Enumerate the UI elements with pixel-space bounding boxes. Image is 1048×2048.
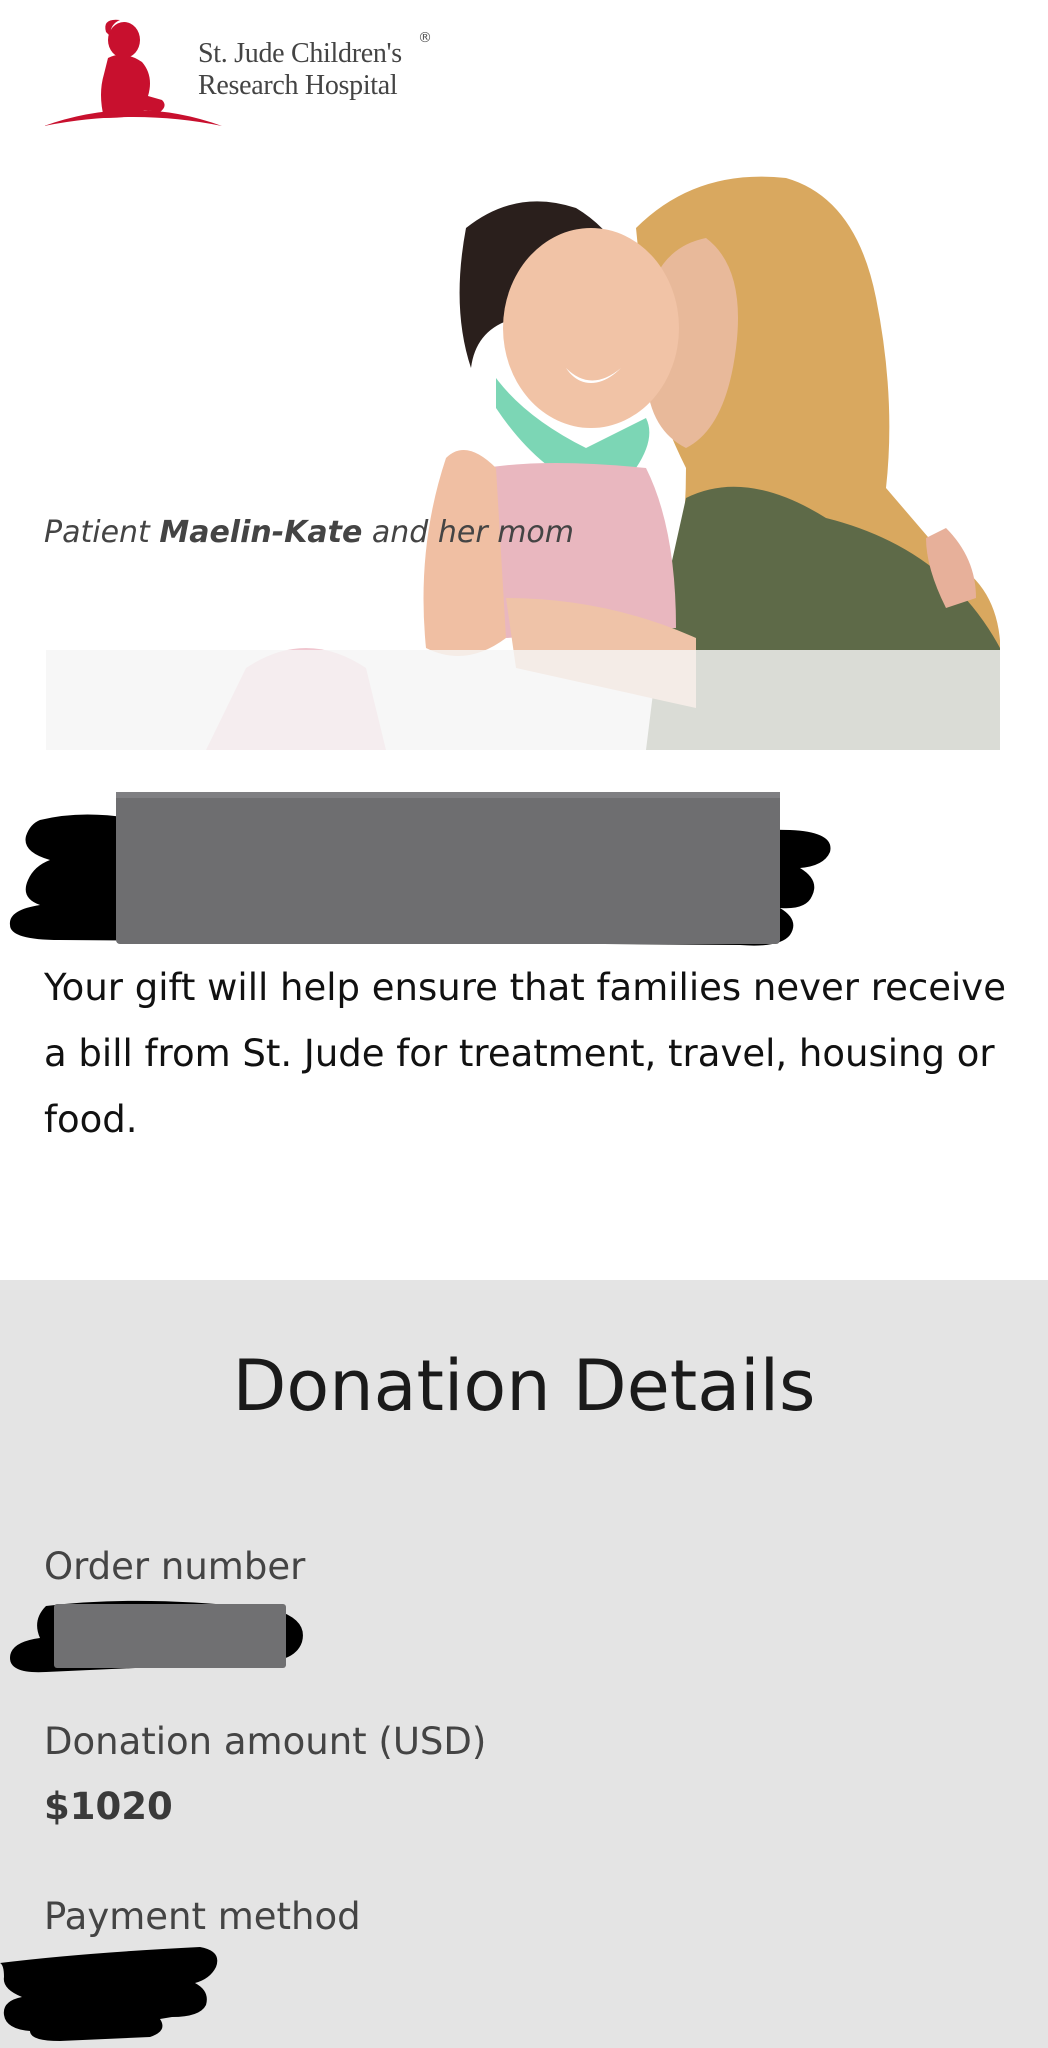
redacted-order-number xyxy=(10,1600,303,1673)
intro-text: Your gift will help ensure that families… xyxy=(44,966,1006,1141)
registered-mark: ® xyxy=(418,30,432,46)
brand-name: St. Jude Children's Research Hospital xyxy=(198,38,402,102)
caption-suffix: and her mom xyxy=(362,515,574,550)
hero-image xyxy=(46,168,1000,750)
order-number-label: Order number xyxy=(44,1545,306,1588)
brand-name-line2: Research Hospital xyxy=(198,70,398,101)
caption-prefix: Patient xyxy=(44,515,160,550)
brand-name-line1: St. Jude Children's xyxy=(198,38,402,69)
caption-band xyxy=(46,650,1000,750)
payment-method-label: Payment method xyxy=(44,1895,361,1938)
donation-details-section: Donation Details Order number Donation a… xyxy=(0,1280,1048,2048)
caption-name: Maelin-Kate xyxy=(159,515,363,550)
donation-amount-value: $1020 xyxy=(44,1785,173,1828)
donation-amount-label: Donation amount (USD) xyxy=(44,1720,487,1763)
header: St. Jude Children's Research Hospital ® xyxy=(0,0,1048,160)
redacted-payment-method xyxy=(0,1947,218,2041)
redacted-heading xyxy=(9,792,831,946)
hero-caption: Patient Maelin-Kate and her mom xyxy=(44,515,574,550)
donation-details-title: Donation Details xyxy=(232,1345,816,1427)
